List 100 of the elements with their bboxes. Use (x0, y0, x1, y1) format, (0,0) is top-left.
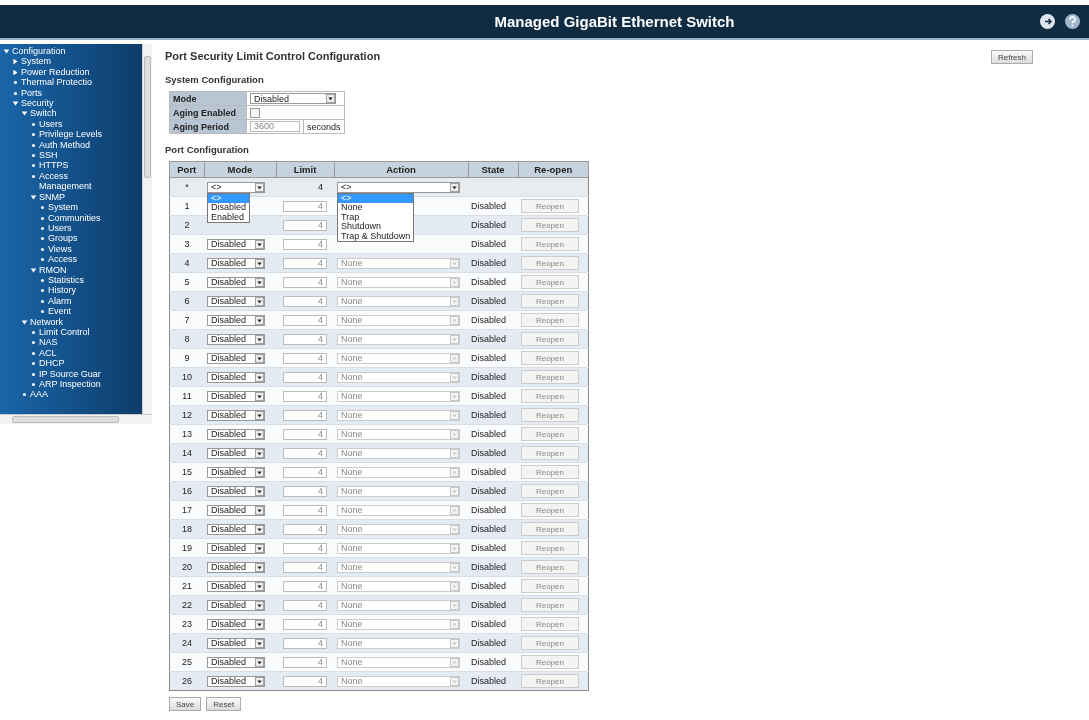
mode-select[interactable]: Disabled (207, 295, 265, 307)
action-select[interactable]: None (337, 599, 460, 611)
mode-select[interactable]: Disabled (207, 409, 265, 421)
action-select[interactable]: None (337, 409, 460, 421)
reopen-button[interactable]: Reopen (521, 389, 579, 403)
action-select[interactable]: None (337, 428, 460, 440)
reopen-button[interactable]: Reopen (521, 617, 579, 631)
reopen-button[interactable]: Reopen (521, 313, 579, 327)
nav-item[interactable]: ACL (0, 347, 143, 359)
action-select[interactable]: None (337, 656, 460, 668)
input-field[interactable]: 4 (283, 580, 327, 592)
dropdown-option[interactable]: Trap & Shutdown (338, 231, 414, 241)
input-field[interactable]: 4 (283, 675, 327, 687)
reopen-button[interactable]: Reopen (521, 560, 579, 574)
nav-item[interactable]: Thermal Protectio (0, 77, 143, 88)
nav-item[interactable]: Users (0, 222, 143, 234)
reopen-button[interactable]: Reopen (521, 294, 579, 308)
reopen-button[interactable]: Reopen (521, 522, 579, 536)
input-field[interactable]: 4 (283, 200, 327, 212)
input-field[interactable]: 3600 (250, 121, 300, 132)
nav-item[interactable]: Communities (0, 212, 143, 223)
reopen-button[interactable]: Reopen (521, 674, 579, 688)
input-field[interactable]: 4 (283, 523, 327, 535)
mode-select[interactable]: Disabled (207, 542, 265, 554)
mode-select[interactable]: Disabled (207, 333, 265, 345)
input-field[interactable]: 4 (283, 504, 327, 516)
mode-select[interactable]: Disabled (207, 637, 265, 649)
nav-item[interactable]: Power Reduction (0, 66, 143, 78)
nav-item[interactable]: DHCP (0, 358, 143, 369)
nav-item[interactable]: SSH (0, 150, 143, 161)
action-select[interactable]: None (337, 276, 460, 288)
checkbox[interactable] (250, 107, 260, 118)
nav-item[interactable]: Access Management (0, 170, 143, 192)
input-field[interactable]: 4 (283, 352, 327, 364)
nav-item[interactable]: ARP Inspection (0, 379, 143, 390)
nav-item[interactable]: RMON (0, 264, 143, 275)
action-select[interactable]: None (337, 637, 460, 649)
nav-item[interactable]: IP Source Guar (0, 368, 143, 379)
input-field[interactable]: 4 (283, 295, 327, 307)
nav-item[interactable]: Security (0, 98, 143, 109)
mode-select[interactable]: Disabled (207, 276, 265, 288)
nav-item[interactable]: SNMP (0, 191, 143, 203)
reopen-button[interactable]: Reopen (521, 579, 579, 593)
reopen-button[interactable]: Reopen (521, 237, 579, 251)
input-field[interactable]: 4 (283, 485, 327, 497)
action-select[interactable]: None (337, 371, 460, 383)
action-select[interactable]: None (337, 257, 460, 269)
action-select[interactable]: None (337, 675, 460, 687)
action-select[interactable]: None (337, 580, 460, 592)
mode-select[interactable]: Disabled (207, 238, 265, 250)
action-select[interactable]: None (337, 504, 460, 516)
input-field[interactable]: 4 (283, 257, 327, 269)
input-field[interactable]: 4 (283, 371, 327, 383)
action-select[interactable]: None (337, 561, 460, 573)
action-select[interactable]: None (337, 352, 460, 364)
horizontal-scrollbar[interactable] (0, 414, 152, 424)
save-button[interactable]: Save (169, 697, 202, 711)
mode-select[interactable]: Disabled (207, 428, 265, 440)
help-icon[interactable] (1064, 13, 1081, 30)
nav-item[interactable]: Groups (0, 233, 143, 244)
mode-select[interactable]: Disabled (207, 390, 265, 402)
action-select[interactable]: None (337, 447, 460, 459)
action-select[interactable]: None (337, 466, 460, 478)
nav-item[interactable]: Switch (0, 108, 143, 119)
mode-select[interactable]: Disabled (250, 93, 336, 104)
mode-select[interactable]: Disabled (207, 314, 265, 326)
action-select[interactable]: None (337, 390, 460, 402)
reopen-button[interactable]: Reopen (521, 408, 579, 422)
input-field[interactable]: 4 (283, 656, 327, 668)
dropdown-option[interactable]: Trap (338, 212, 414, 222)
reopen-button[interactable]: Reopen (521, 332, 579, 346)
input-field[interactable]: 4 (283, 238, 327, 250)
mode-select[interactable]: Disabled (207, 580, 265, 592)
reopen-button[interactable]: Reopen (521, 275, 579, 289)
reopen-button[interactable]: Reopen (521, 484, 579, 498)
reopen-button[interactable]: Reopen (521, 465, 579, 479)
input-field[interactable]: 4 (283, 276, 327, 288)
reopen-button[interactable]: Reopen (521, 636, 579, 650)
reopen-button[interactable]: Reopen (521, 446, 579, 460)
nav-item[interactable]: Ports (0, 87, 143, 99)
mode-select[interactable]: Disabled (207, 675, 265, 687)
mode-select[interactable]: Disabled (207, 561, 265, 573)
input-field[interactable]: 4 (283, 599, 327, 611)
nav-item[interactable]: Views (0, 243, 143, 255)
reopen-button[interactable]: Reopen (521, 218, 579, 232)
mode-select[interactable]: Disabled (207, 599, 265, 611)
mode-select[interactable]: Disabled (207, 466, 265, 478)
nav-item[interactable]: Statistics (0, 274, 143, 286)
action-select[interactable]: None (337, 314, 460, 326)
nav-item[interactable]: Network (0, 316, 143, 327)
nav-item[interactable]: HTTPS (0, 160, 143, 171)
nav-item[interactable]: Auth Method (0, 139, 143, 151)
dropdown-option[interactable]: <> (208, 193, 250, 203)
nav-item[interactable]: NAS (0, 337, 143, 348)
nav-item[interactable]: Privilege Levels (0, 129, 143, 140)
reopen-button[interactable]: Reopen (521, 351, 579, 365)
mode-select[interactable]: Disabled (207, 504, 265, 516)
mode-select[interactable]: Disabled (207, 485, 265, 497)
action-select[interactable]: None (337, 295, 460, 307)
nav-item[interactable]: Configuration (0, 46, 143, 57)
